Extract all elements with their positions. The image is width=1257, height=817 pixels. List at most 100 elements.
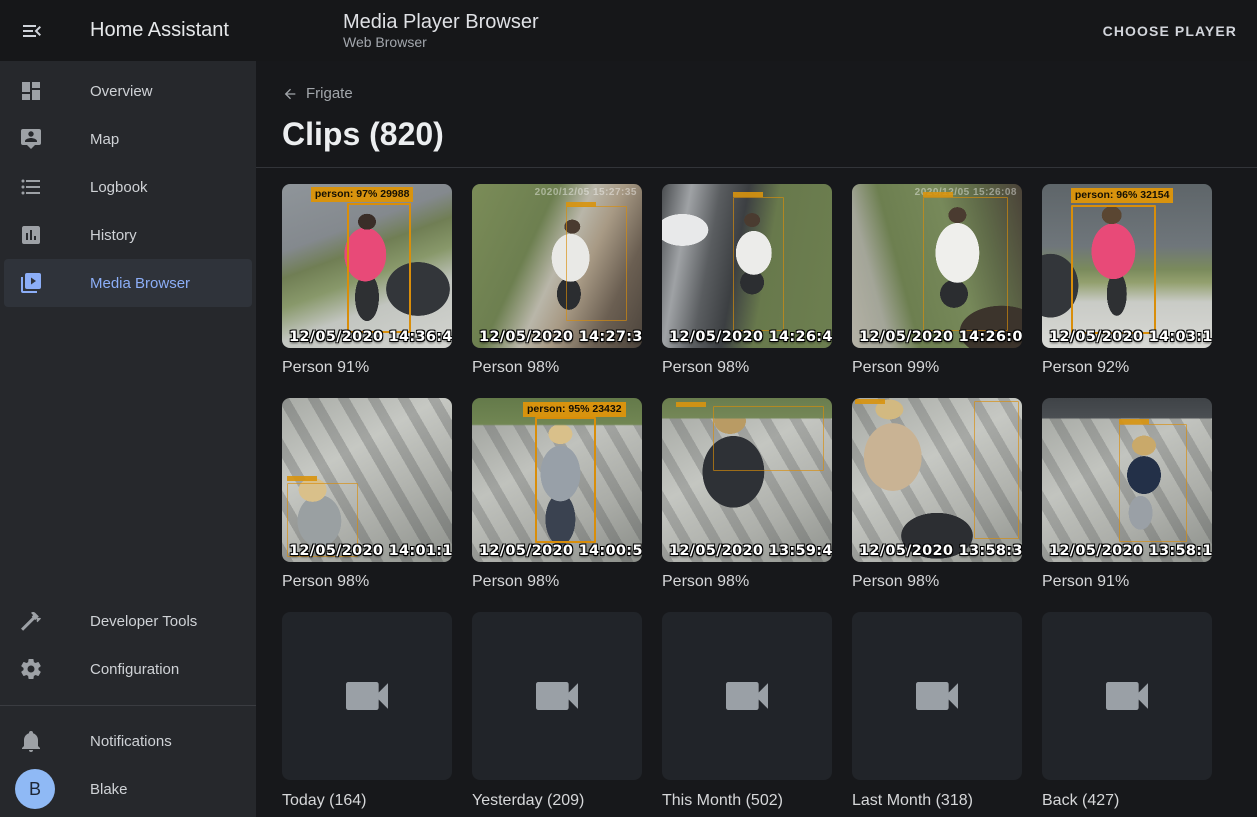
video-icon: [1099, 668, 1155, 724]
home-assistant-app: Home Assistant Media Player Browser Web …: [0, 0, 1257, 817]
sidebar-item-configuration[interactable]: Configuration: [4, 645, 252, 693]
clip-card[interactable]: 12/05/2020 14:01:14 Person 98%: [282, 398, 452, 591]
clip-caption: Person 98%: [662, 359, 832, 377]
sidebar-item-label: Developer Tools: [90, 613, 197, 630]
detection-mini-label: [855, 399, 885, 404]
format-list-icon: [19, 175, 43, 199]
folder-card-yesterday-209-[interactable]: Yesterday (209): [472, 612, 642, 810]
sidebar-item-label: Logbook: [90, 179, 148, 196]
breadcrumb-label: Frigate: [306, 85, 353, 102]
clip-card[interactable]: 12/05/2020 13:58:17 Person 91%: [1042, 398, 1212, 591]
media-browser-content: Frigate Clips (820) person: 97% 29988 12…: [256, 61, 1257, 817]
detection-bounding-box: [733, 197, 784, 331]
clip-card[interactable]: person: 96% 32154 12/05/2020 14:03:17 Pe…: [1042, 184, 1212, 377]
sidebar-item-label: Map: [90, 131, 119, 148]
sidebar-item-media-browser[interactable]: Media Browser: [4, 259, 252, 307]
detection-mini-label: [923, 192, 953, 197]
detection-mini-label: [287, 476, 317, 481]
detection-mini-label: [676, 402, 706, 407]
folder-card-this-month-502-[interactable]: This Month (502): [662, 612, 832, 810]
folders-grid: Today (164) Yesterday (209) This Month (…: [282, 612, 1257, 810]
camera-osd-timestamp: 2020/12/05 15:27:35: [535, 187, 637, 198]
folder-card-back-427-[interactable]: Back (427): [1042, 612, 1212, 810]
clip-card[interactable]: person: 97% 29988 12/05/2020 14:36:47 Pe…: [282, 184, 452, 377]
hammer-icon: [19, 609, 43, 633]
arrow-left-icon: [282, 86, 298, 102]
clip-caption: Person 98%: [472, 359, 642, 377]
folder-card-last-month-318-[interactable]: Last Month (318): [852, 612, 1022, 810]
clip-card[interactable]: 12/05/2020 14:26:48 Person 98%: [662, 184, 832, 377]
tooltip-account-icon: [19, 127, 43, 151]
clip-card[interactable]: 2020/12/05 15:26:08 12/05/2020 14:26:07 …: [852, 184, 1022, 377]
media-grid-scroll-area[interactable]: person: 97% 29988 12/05/2020 14:36:47 Pe…: [256, 168, 1257, 817]
clip-caption: Person 91%: [282, 359, 452, 377]
folder-tile: [852, 612, 1022, 780]
sidebar-item-logbook[interactable]: Logbook: [4, 163, 252, 211]
detection-mini-label: [733, 192, 763, 197]
panel-subtitle: Web Browser: [343, 34, 1093, 51]
sidebar-item-developer-tools[interactable]: Developer Tools: [4, 597, 252, 645]
clip-caption: Person 91%: [1042, 573, 1212, 591]
clip-timestamp-overlay: 12/05/2020 14:36:47: [289, 329, 452, 345]
sidebar-item-profile[interactable]: B Blake: [4, 765, 252, 813]
bell-icon: [19, 729, 43, 753]
sidebar-item-map[interactable]: Map: [4, 115, 252, 163]
play-box-multiple-icon: [19, 271, 43, 295]
sidebar-divider: [0, 705, 256, 706]
sidebar-item-notifications[interactable]: Notifications: [4, 717, 252, 765]
clip-timestamp-overlay: 12/05/2020 14:26:07: [859, 329, 1022, 345]
clip-timestamp-overlay: 12/05/2020 14:01:14: [289, 543, 452, 559]
folder-card-today-164-[interactable]: Today (164): [282, 612, 452, 810]
avatar: B: [15, 769, 55, 809]
sidebar-item-history[interactable]: History: [4, 211, 252, 259]
clip-card[interactable]: person: 95% 23432 12/05/2020 14:00:52 Pe…: [472, 398, 642, 591]
app-title: Home Assistant: [90, 19, 229, 42]
detection-mini-label: [566, 202, 596, 207]
tooltip-account-icon: [19, 127, 43, 151]
top-app-bar: Home Assistant Media Player Browser Web …: [0, 0, 1257, 61]
detection-bounding-box: [535, 417, 596, 543]
menu-open-icon: [20, 19, 44, 43]
clip-card[interactable]: 12/05/2020 13:59:49 Person 98%: [662, 398, 832, 591]
detection-label: person: 95% 23432: [523, 402, 626, 417]
clip-thumbnail: person: 95% 23432 12/05/2020 14:00:52: [472, 398, 642, 562]
sidebar-item-overview[interactable]: Overview: [4, 67, 252, 115]
clips-grid: person: 97% 29988 12/05/2020 14:36:47 Pe…: [282, 184, 1257, 612]
clip-card[interactable]: 12/05/2020 13:58:30 Person 98%: [852, 398, 1022, 591]
clip-timestamp-overlay: 12/05/2020 14:03:17: [1049, 329, 1212, 345]
format-list-icon: [19, 175, 43, 199]
detection-bounding-box: [1071, 205, 1156, 335]
detection-bounding-box: [713, 406, 824, 472]
clip-thumbnail: 2020/12/05 15:27:35 12/05/2020 14:27:35: [472, 184, 642, 348]
detection-bounding-box: [347, 203, 412, 333]
clip-caption: Person 98%: [472, 573, 642, 591]
sidebar-item-label: Notifications: [90, 733, 172, 750]
sidebar: Overview Map Logbook History Media Brows…: [0, 61, 256, 817]
clip-card[interactable]: 2020/12/05 15:27:35 12/05/2020 14:27:35 …: [472, 184, 642, 377]
sidebar-item-label: Media Browser: [90, 275, 190, 292]
panel-title: Media Player Browser: [343, 10, 1093, 34]
clip-timestamp-overlay: 12/05/2020 14:27:35: [479, 329, 642, 345]
clip-thumbnail: 12/05/2020 13:58:30: [852, 398, 1022, 562]
panel-header: Media Player Browser Web Browser: [256, 10, 1093, 51]
folder-label: This Month (502): [662, 792, 832, 810]
clip-caption: Person 98%: [662, 573, 832, 591]
clip-timestamp-overlay: 12/05/2020 13:58:30: [859, 543, 1022, 559]
sidebar-toggle-button[interactable]: [20, 19, 44, 43]
choose-player-button[interactable]: CHOOSE PLAYER: [1093, 15, 1247, 47]
folder-label: Last Month (318): [852, 792, 1022, 810]
sidebar-item-label: History: [90, 227, 137, 244]
clip-caption: Person 92%: [1042, 359, 1212, 377]
clip-thumbnail: 2020/12/05 15:26:08 12/05/2020 14:26:07: [852, 184, 1022, 348]
detection-bounding-box: [974, 401, 1018, 539]
content-header: Frigate Clips (820): [256, 61, 1257, 168]
folder-tile: [662, 612, 832, 780]
breadcrumb-back-frigate[interactable]: Frigate: [282, 83, 357, 104]
cog-icon: [19, 657, 43, 681]
detection-bounding-box: [1119, 424, 1187, 542]
detection-label: person: 97% 29988: [311, 187, 414, 202]
chart-box-icon: [19, 223, 43, 247]
clip-thumbnail: person: 97% 29988 12/05/2020 14:36:47: [282, 184, 452, 348]
play-box-multiple-icon: [19, 271, 43, 295]
video-icon: [339, 668, 395, 724]
